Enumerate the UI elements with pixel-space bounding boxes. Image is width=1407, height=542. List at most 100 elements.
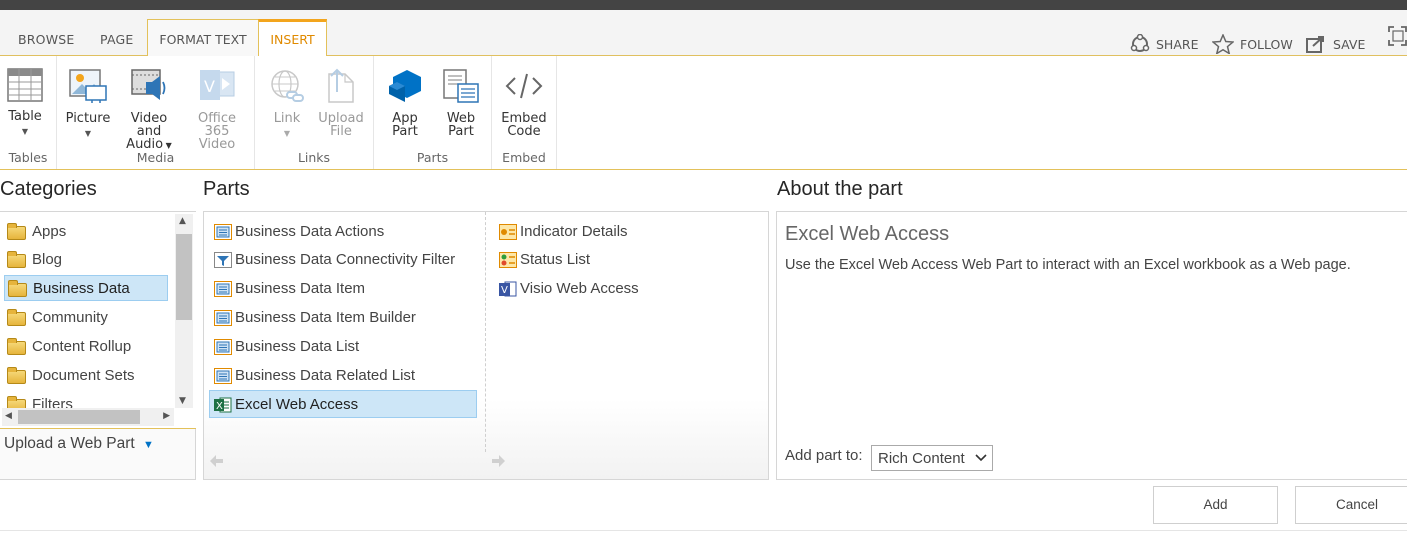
group-label-embed: Embed — [502, 150, 546, 165]
part-business-data-list[interactable]: Business Data List — [210, 333, 359, 361]
visio-icon: V — [499, 281, 517, 297]
category-content-rollup[interactable]: Content Rollup — [4, 334, 168, 360]
save-action[interactable]: SAVE — [1305, 34, 1365, 54]
svg-text:V: V — [501, 285, 508, 296]
filter-icon — [214, 252, 232, 268]
part-business-data-item[interactable]: Business Data Item — [210, 275, 365, 303]
part-label: Business Data Actions — [235, 223, 385, 240]
footer-divider — [0, 530, 1407, 531]
share-action[interactable]: SHARE — [1130, 34, 1198, 54]
category-document-sets[interactable]: Document Sets — [4, 363, 168, 389]
categories-list: Apps Blog Business Data Community Conten… — [0, 212, 196, 428]
link-button[interactable]: Link ▼ — [265, 68, 309, 140]
upload-web-part-label: Upload a Web Part — [4, 435, 135, 452]
column-divider — [485, 212, 486, 452]
arrow-left-icon[interactable] — [210, 454, 224, 468]
app-part-button[interactable]: App Part — [384, 68, 426, 138]
star-icon — [1212, 34, 1234, 54]
part-indicator-details[interactable]: Indicator Details — [495, 218, 628, 246]
upload-web-part-link[interactable]: Upload a Web Part ▼ — [4, 435, 154, 453]
webpart-list-icon — [214, 368, 232, 384]
category-community[interactable]: Community — [4, 305, 168, 331]
office365-label-line1: Office 365 — [198, 111, 236, 139]
picture-icon — [69, 69, 107, 103]
add-button[interactable]: Add — [1153, 486, 1278, 524]
zone-select-value: Rich Content — [878, 450, 965, 467]
part-label: Indicator Details — [520, 223, 628, 240]
part-label: Business Data Item Builder — [235, 309, 416, 326]
svg-text:X: X — [216, 401, 223, 412]
upload-file-button[interactable]: Upload File — [317, 68, 365, 138]
scroll-up-icon[interactable]: ▲ — [179, 216, 186, 226]
part-business-data-related-list[interactable]: Business Data Related List — [210, 362, 415, 390]
embed-line2: Code — [507, 124, 541, 139]
group-media: Picture ▼ Video and Audio ▼ V Office 365… — [57, 56, 255, 169]
part-status-list[interactable]: Status List — [495, 246, 590, 274]
about-part-name: Excel Web Access — [785, 223, 950, 245]
embed-code-button[interactable]: Embed Code — [500, 68, 548, 138]
webpart-list-icon — [214, 224, 232, 240]
chevron-down-icon: ▼ — [143, 439, 154, 451]
save-label: SAVE — [1333, 36, 1366, 52]
category-label: Document Sets — [32, 367, 135, 384]
chevron-down-icon — [975, 454, 987, 462]
part-label: Visio Web Access — [520, 280, 639, 297]
upload-file-icon — [328, 68, 354, 103]
category-apps[interactable]: Apps — [4, 219, 168, 245]
focus-on-content-icon[interactable] — [1388, 26, 1407, 46]
category-business-data[interactable]: Business Data — [4, 275, 168, 301]
tab-browse[interactable]: BROWSE — [18, 32, 75, 47]
part-label: Business Data Item — [235, 280, 366, 297]
office365-video-icon: V — [200, 70, 235, 100]
add-part-to-label: Add part to: — [785, 447, 863, 464]
parts-title: Parts — [203, 178, 250, 200]
web-part-button[interactable]: Web Part — [438, 68, 484, 138]
vertical-scrollbar[interactable]: ▲ ▼ — [175, 214, 193, 408]
indicator-icon — [499, 224, 517, 240]
part-business-data-item-builder[interactable]: Business Data Item Builder — [210, 304, 416, 332]
link-label: Link — [273, 111, 301, 126]
group-label-links: Links — [297, 150, 331, 165]
part-label: Status List — [520, 251, 591, 268]
video-audio-button[interactable]: Video and Audio ▼ — [117, 68, 181, 152]
scroll-down-icon[interactable]: ▼ — [179, 396, 186, 406]
folder-icon — [7, 223, 26, 240]
web-part-line2: Part — [448, 124, 474, 139]
share-icon — [1130, 34, 1150, 52]
tab-page[interactable]: PAGE — [100, 32, 133, 47]
horizontal-scrollbar-thumb[interactable] — [18, 410, 140, 424]
folder-icon — [7, 338, 26, 355]
table-label: Table — [8, 109, 42, 124]
about-pane: Excel Web Access Use the Excel Web Acces… — [776, 211, 1407, 480]
table-button[interactable]: Table ▼ — [4, 68, 46, 138]
scroll-right-icon[interactable]: ▶ — [163, 411, 170, 421]
part-visio-web-access[interactable]: V Visio Web Access — [495, 275, 639, 303]
vertical-scrollbar-thumb[interactable] — [176, 234, 192, 320]
cancel-button[interactable]: Cancel — [1295, 486, 1407, 524]
group-label-parts: Parts — [416, 150, 449, 165]
chevron-down-icon: ▼ — [21, 127, 29, 136]
group-tables: Table ▼ Tables — [0, 56, 57, 169]
part-excel-web-access[interactable]: X Excel Web Access — [209, 390, 477, 418]
zone-select[interactable]: Rich Content — [871, 445, 993, 471]
svg-text:V: V — [204, 77, 215, 96]
group-label-tables: Tables — [8, 150, 48, 165]
group-parts: App Part Web Part Parts — [374, 56, 492, 169]
horizontal-scrollbar[interactable]: ◀ ▶ — [2, 408, 174, 426]
video-label-line1: Video and — [130, 111, 168, 139]
arrow-right-icon[interactable] — [491, 454, 505, 468]
picture-button[interactable]: Picture ▼ — [65, 68, 111, 140]
follow-action[interactable]: FOLLOW — [1212, 34, 1293, 54]
group-embed: Embed Code Embed — [492, 56, 557, 169]
part-business-data-connectivity-filter[interactable]: Business Data Connectivity Filter — [210, 246, 455, 274]
scroll-left-icon[interactable]: ◀ — [5, 411, 12, 421]
office365-video-button[interactable]: V Office 365 Video — [185, 68, 249, 151]
category-blog[interactable]: Blog — [4, 247, 168, 273]
tab-insert[interactable]: INSERT — [258, 19, 327, 56]
part-label: Excel Web Access — [235, 396, 359, 413]
part-label: Business Data List — [235, 338, 360, 355]
category-label: Business Data — [33, 280, 130, 297]
chevron-down-icon: ▼ — [283, 129, 291, 138]
tab-format-text[interactable]: FORMAT TEXT — [147, 19, 259, 56]
part-business-data-actions[interactable]: Business Data Actions — [210, 218, 384, 246]
